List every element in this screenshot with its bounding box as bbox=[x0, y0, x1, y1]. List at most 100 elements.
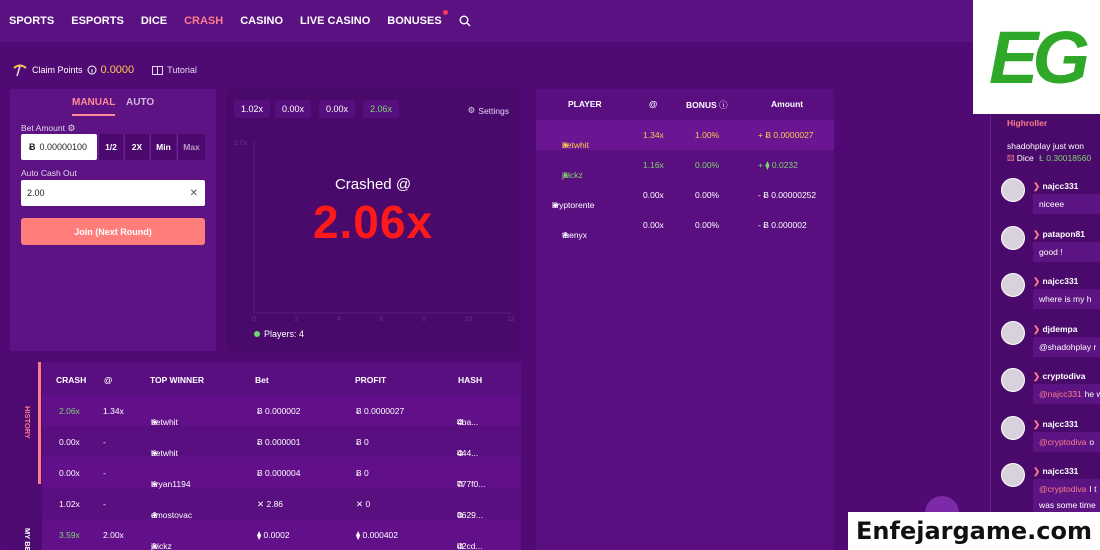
info-icon[interactable]: ⓘ bbox=[719, 100, 728, 110]
player-multiplier: 1.34x bbox=[643, 130, 664, 140]
chat-mention[interactable]: @cryptodiva bbox=[1039, 437, 1086, 447]
copy-icon[interactable]: ⧉ bbox=[457, 541, 463, 550]
chat-username[interactable]: ❯ patapon81 bbox=[1033, 229, 1085, 240]
history-bet: ✕ 2.86 bbox=[257, 499, 284, 509]
tutorial-link[interactable]: Tutorial bbox=[152, 65, 197, 75]
history-profit: Ƀ 0 bbox=[356, 468, 369, 478]
history-profit: ✕ 0 bbox=[356, 499, 371, 509]
y-axis-tick: 2.0x bbox=[234, 140, 248, 147]
nav-sports[interactable]: SPORTS bbox=[9, 15, 54, 27]
chat-username-text: najcc331 bbox=[1042, 276, 1079, 286]
bitcoin-icon: Ƀ bbox=[29, 142, 36, 152]
highroller-label: Highroller bbox=[1007, 118, 1048, 128]
chat-username[interactable]: ❯ najcc331 bbox=[1033, 276, 1078, 287]
site-logo-watermark: EG bbox=[973, 0, 1100, 114]
crashed-multiplier: 2.06x bbox=[312, 196, 434, 248]
chat-bubble: @cryptodiva o bbox=[1033, 431, 1100, 452]
chat-username[interactable]: ❯ najcc331 bbox=[1033, 466, 1078, 477]
x-axis-ticks: 0 2 4 6 8 10 12 bbox=[252, 316, 515, 323]
col-bonus-label: BONUS bbox=[686, 100, 717, 110]
players-count: Players: 4 bbox=[254, 329, 304, 339]
player-amount: - Ƀ 0.00000252 bbox=[758, 190, 817, 200]
online-dot bbox=[254, 331, 260, 337]
history-at: - bbox=[103, 437, 106, 447]
double-button[interactable]: 2X bbox=[124, 134, 149, 160]
player-bonus: 1.00% bbox=[695, 130, 720, 140]
crash-graph-panel: 1.02x 0.00x 0.00x 2.06x ⚙ Settings 2.0x … bbox=[226, 89, 520, 351]
tab-my-bets[interactable]: MY BETS bbox=[23, 528, 32, 550]
chat-username[interactable]: ❯ najcc331 bbox=[1033, 419, 1078, 430]
col-crash: CRASH bbox=[56, 375, 87, 385]
nav-crash[interactable]: CRASH bbox=[184, 15, 223, 27]
nav-casino[interactable]: CASINO bbox=[240, 15, 283, 27]
x-axis-tick: 4 bbox=[337, 316, 341, 323]
gear-icon[interactable]: ⚙ bbox=[67, 123, 75, 133]
auto-cashout-value: 2.00 bbox=[27, 188, 45, 198]
chat-username[interactable]: ❯ cryptodiva bbox=[1033, 371, 1085, 382]
chat-text: he w bbox=[1084, 389, 1100, 399]
player-amount: + Ƀ 0.0000027 bbox=[758, 130, 814, 140]
tab-auto[interactable]: AUTO bbox=[126, 97, 154, 108]
nav-dice[interactable]: DICE bbox=[141, 15, 167, 27]
search-icon[interactable] bbox=[459, 15, 471, 27]
avatar[interactable] bbox=[1001, 368, 1025, 392]
highroller-text: shadohplay just won bbox=[1007, 141, 1085, 151]
tab-history[interactable]: HISTORY bbox=[23, 406, 32, 439]
half-button[interactable]: 1/2 bbox=[98, 134, 123, 160]
avatar[interactable] bbox=[1001, 273, 1025, 297]
player-name-text: kryptorente bbox=[552, 200, 595, 210]
chat-text: I t bbox=[1089, 484, 1097, 494]
player-bonus: 0.00% bbox=[695, 190, 720, 200]
player-row: ❀ kryptorente 0.00x 0.00% - Ƀ 0.00000252 bbox=[536, 180, 834, 210]
chat-username-text: najcc331 bbox=[1042, 418, 1079, 429]
nav-live-casino[interactable]: LIVE CASINO bbox=[300, 15, 370, 27]
avatar[interactable] bbox=[1001, 178, 1025, 202]
history-table: HISTORY MY BETS CRASH @ TOP WINNER Bet P… bbox=[10, 362, 521, 550]
x-axis-tick: 10 bbox=[465, 316, 473, 323]
auto-cashout-input[interactable]: 2.00 ✕ bbox=[21, 180, 205, 206]
history-crash: 0.00x bbox=[59, 437, 80, 447]
chat-mention[interactable]: @najcc331 bbox=[1039, 389, 1082, 399]
col-bet: Bet bbox=[255, 375, 269, 385]
chat-username[interactable]: ❯ najcc331 bbox=[1033, 181, 1078, 192]
x-axis-tick: 0 bbox=[252, 316, 256, 323]
player-amount: - Ƀ 0.000002 bbox=[758, 220, 807, 230]
history-at: - bbox=[103, 468, 106, 478]
max-button[interactable]: Max bbox=[177, 134, 205, 160]
chat-username[interactable]: ❯ djdempa bbox=[1033, 324, 1077, 335]
avatar[interactable] bbox=[1001, 463, 1025, 487]
chat-username-text: djdempa bbox=[1042, 323, 1078, 334]
bet-amount-value: 0.00000100 bbox=[39, 142, 88, 152]
chat-text: was some time bbox=[1039, 499, 1096, 510]
chat-bubble: where is my h bbox=[1033, 289, 1100, 309]
clear-icon[interactable]: ✕ bbox=[190, 188, 198, 199]
avatar[interactable] bbox=[1001, 225, 1025, 250]
chat-bubble: good ! bbox=[1033, 241, 1100, 262]
nav-bonuses[interactable]: BONUSES bbox=[387, 10, 448, 27]
chat-text: @shadohplay r bbox=[1039, 341, 1097, 352]
bet-amount-input[interactable]: Ƀ 0.00000100 bbox=[21, 134, 97, 160]
history-tab-indicator bbox=[38, 362, 41, 484]
nav-esports[interactable]: ESPORTS bbox=[71, 15, 124, 27]
crashed-label: Crashed @ bbox=[334, 176, 412, 193]
chat-text: where is my h bbox=[1039, 294, 1092, 304]
col-profit: PROFIT bbox=[355, 375, 387, 385]
dice-icon: ⚄ bbox=[1007, 153, 1015, 163]
chat-mention[interactable]: @cryptodiva bbox=[1039, 484, 1086, 494]
player-name-text: jkickz bbox=[562, 170, 583, 180]
info-icon[interactable] bbox=[87, 65, 97, 75]
history-bet: Ƀ 0.000001 bbox=[257, 437, 301, 447]
site-url-text: Enfejargame.com bbox=[856, 517, 1092, 545]
join-next-round-button[interactable]: Join (Next Round) bbox=[21, 218, 205, 245]
tab-manual[interactable]: MANUAL bbox=[72, 97, 116, 116]
avatar[interactable] bbox=[1001, 415, 1025, 440]
bet-panel: MANUAL AUTO Bet Amount ⚙ Ƀ 0.00000100 1/… bbox=[10, 89, 216, 351]
chat-username-text: cryptodiva bbox=[1042, 371, 1086, 381]
min-button[interactable]: Min bbox=[150, 134, 176, 160]
history-crash: 2.06x bbox=[59, 406, 80, 416]
avatar[interactable] bbox=[1001, 320, 1025, 345]
player-bonus: 0.00% bbox=[695, 160, 720, 170]
notification-dot bbox=[442, 10, 448, 15]
player-multiplier: 0.00x bbox=[643, 220, 664, 230]
col-bonus: BONUS ⓘ bbox=[686, 99, 728, 111]
